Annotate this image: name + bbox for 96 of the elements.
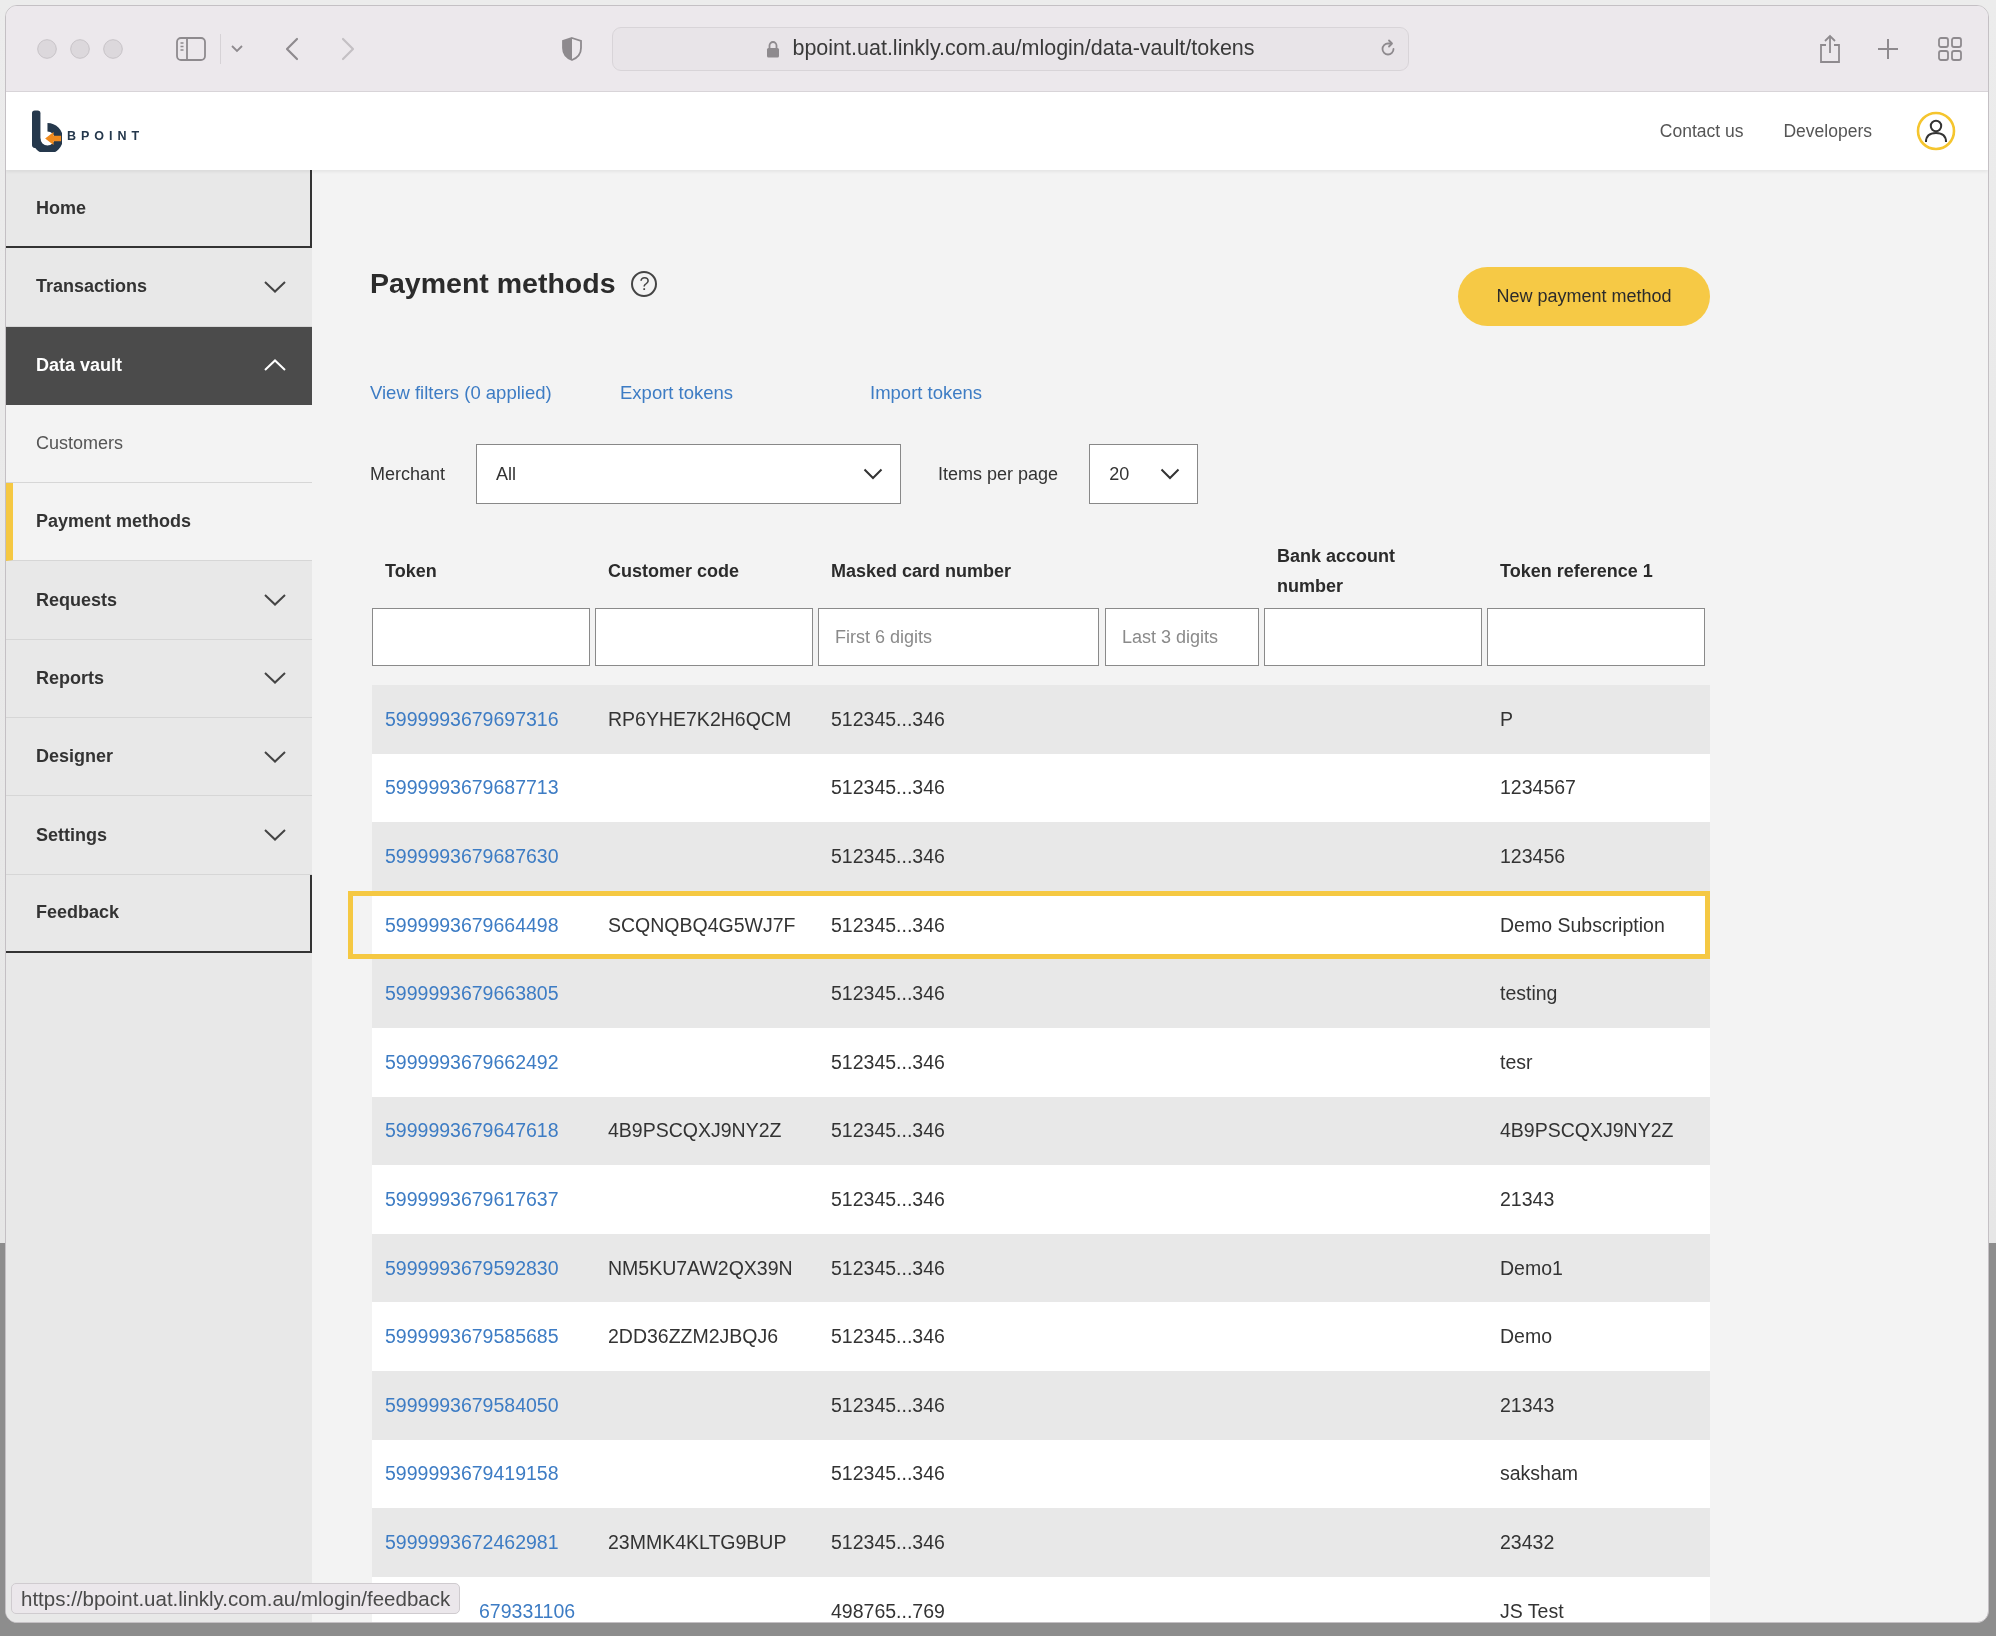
- logo-mark-icon[interactable]: [32, 110, 62, 152]
- table-cell: P: [1500, 707, 1513, 730]
- table-cell: 512345...346: [831, 1050, 945, 1073]
- field-label: Merchant: [370, 463, 446, 485]
- field-label: Items per page: [938, 463, 1059, 485]
- table-cell: SCQNQBQ4G5WJ7F: [608, 913, 796, 936]
- header-link[interactable]: Contact us: [1659, 120, 1744, 142]
- header-link[interactable]: Developers: [1783, 120, 1872, 142]
- table-cell: JS Test: [1500, 1599, 1564, 1622]
- action-link[interactable]: Import tokens: [870, 382, 983, 404]
- table-cell: 21343: [1500, 1393, 1555, 1416]
- column-header: Bank account number: [1277, 545, 1397, 598]
- token-link[interactable]: 5999993679687630: [385, 845, 559, 867]
- nav-item[interactable]: Feedback: [6, 874, 312, 953]
- chevron-down-icon: [1160, 468, 1181, 480]
- nav-item[interactable]: Data vault: [6, 326, 312, 405]
- table-cell: 512345...346: [831, 1256, 945, 1279]
- table-cell: 21343: [1500, 1187, 1555, 1210]
- chevron-down-icon: [264, 829, 286, 841]
- table-cell: 1234567: [1500, 776, 1576, 799]
- table-cell: NM5KU7AW2QX39N: [608, 1256, 793, 1279]
- new-tab-icon[interactable]: [1877, 37, 1899, 60]
- shield-icon[interactable]: [562, 36, 582, 61]
- table-cell: 4B9PSCQXJ9NY2Z: [1500, 1119, 1674, 1142]
- nav-subitem[interactable]: Customers: [6, 404, 312, 484]
- filter-input[interactable]: First 6 digits: [818, 608, 1099, 666]
- table-cell: tesr: [1500, 1050, 1533, 1073]
- column-header: Masked card number: [831, 560, 1012, 583]
- chevron-down-icon: [264, 672, 286, 685]
- token-link[interactable]: 5999993679592830: [385, 1256, 559, 1279]
- table-cell: 512345...346: [831, 1462, 945, 1485]
- table-cell: 512345...346: [831, 1530, 945, 1553]
- table-cell: 512345...346: [831, 776, 945, 799]
- nav-subitem[interactable]: Payment methods: [6, 483, 312, 562]
- lock-icon: [766, 39, 781, 58]
- user-avatar-icon[interactable]: [1916, 111, 1956, 151]
- filter-input[interactable]: [1487, 608, 1705, 666]
- chevron-down-icon: [264, 750, 286, 763]
- table-cell: 23MMK4KLTG9BUP: [608, 1530, 787, 1553]
- chevron-up-icon: [264, 359, 286, 372]
- share-icon[interactable]: [1819, 33, 1841, 64]
- table-cell: 512345...346: [831, 1393, 945, 1416]
- action-link[interactable]: Export tokens: [620, 382, 734, 404]
- sidebar-toggle-icon[interactable]: [176, 36, 206, 61]
- token-link[interactable]: 5999993679585685: [385, 1325, 559, 1348]
- action-link[interactable]: View filters (0 applied): [370, 382, 552, 404]
- filter-input[interactable]: [372, 608, 590, 666]
- table-cell: Demo Subscription: [1500, 913, 1665, 936]
- table-cell: 512345...346: [831, 1119, 945, 1142]
- help-icon[interactable]: ?: [631, 271, 658, 297]
- token-link[interactable]: 5999993679663805: [385, 982, 559, 1005]
- token-link[interactable]: 5999993679687713: [385, 776, 559, 799]
- table-cell: 4B9PSCQXJ9NY2Z: [608, 1119, 782, 1142]
- table-cell: saksham: [1500, 1462, 1579, 1485]
- chevron-down-icon: [264, 594, 286, 607]
- table-cell: 123456: [1500, 845, 1566, 867]
- column-header: Token: [385, 560, 437, 583]
- table-cell: 512345...346: [831, 845, 945, 867]
- token-link[interactable]: 5999993679647618: [385, 1119, 559, 1142]
- nav-item[interactable]: Home: [6, 170, 312, 249]
- table-cell: 512345...346: [831, 1187, 945, 1210]
- token-link[interactable]: 5999993679617637: [385, 1187, 559, 1210]
- tab-overview-icon[interactable]: [1938, 36, 1962, 61]
- chevron-down-icon: [863, 468, 884, 480]
- chevron-down-icon[interactable]: [231, 44, 243, 53]
- token-link[interactable]: 5999993679419158: [385, 1462, 559, 1485]
- logo-text: BPOINT: [67, 129, 145, 143]
- new-payment-method-button[interactable]: New payment method: [1458, 267, 1710, 326]
- address-bar[interactable]: bpoint.uat.linkly.com.au/mlogin/data-vault/tokens: [612, 26, 1409, 71]
- filter-input[interactable]: [595, 608, 813, 666]
- token-link[interactable]: 5999993679664498: [385, 913, 559, 936]
- table-cell: 512345...346: [831, 982, 945, 1005]
- table-cell: 23432: [1500, 1530, 1555, 1553]
- dropdown-select[interactable]: All: [476, 444, 902, 504]
- table-cell: 2DD36ZZM2JBQJ6: [608, 1325, 779, 1348]
- table-cell: 498765...769: [831, 1599, 945, 1622]
- table-cell: 512345...346: [831, 913, 945, 936]
- table-cell: RP6YHE7K2H6QCM: [608, 707, 792, 730]
- page-title: Payment methods: [370, 266, 616, 300]
- token-link[interactable]: 5999993679584050: [385, 1393, 559, 1416]
- token-link[interactable]: 5999993672462981: [385, 1530, 559, 1553]
- token-link[interactable]: 5999993679697316: [385, 707, 559, 730]
- column-header: Customer code: [608, 560, 740, 583]
- dropdown-select[interactable]: 20: [1089, 444, 1199, 504]
- table-cell: Demo1: [1500, 1256, 1563, 1279]
- column-header: Token reference 1: [1500, 560, 1653, 583]
- token-link[interactable]: 5999993679662492: [385, 1050, 559, 1073]
- chevron-down-icon: [264, 280, 286, 293]
- token-link[interactable]: 679331106: [479, 1599, 576, 1622]
- table-cell: testing: [1500, 982, 1558, 1005]
- status-url-tooltip: https://bpoint.uat.linkly.com.au/mlogin/feedback: [11, 1583, 461, 1614]
- filter-input[interactable]: [1264, 608, 1482, 666]
- table-cell: 512345...346: [831, 1325, 945, 1348]
- filter-input[interactable]: Last 3 digits: [1105, 608, 1259, 666]
- table-cell: Demo: [1500, 1325, 1553, 1348]
- table-cell: 512345...346: [831, 707, 945, 730]
